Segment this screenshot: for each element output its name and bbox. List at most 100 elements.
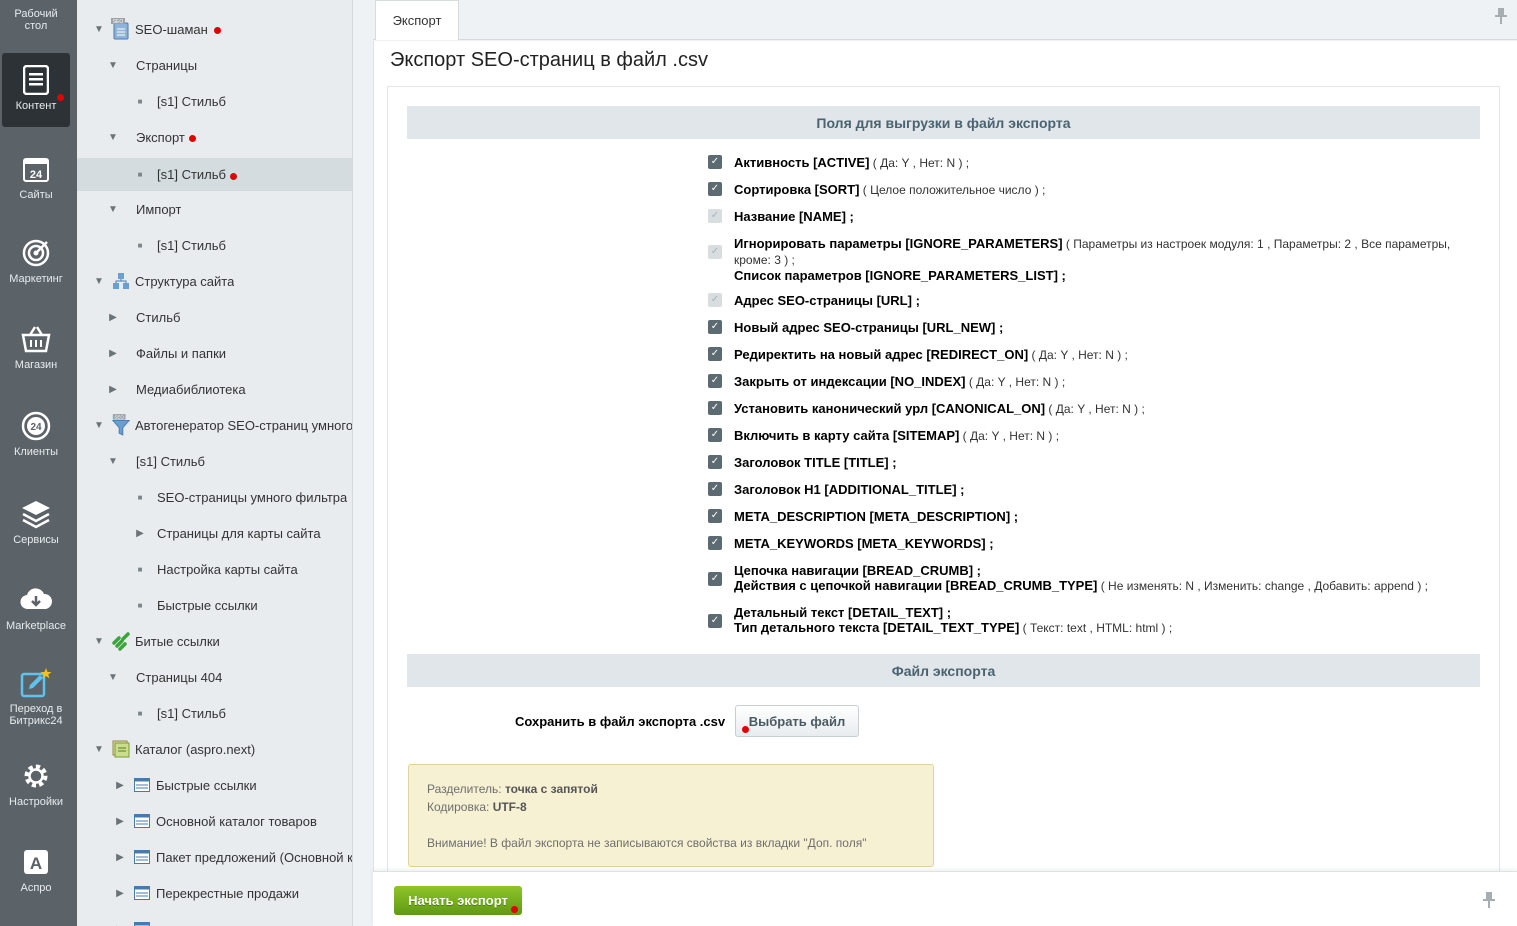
field-hint: , Нет: [1005, 375, 1043, 389]
chevron-right-icon[interactable]: ▶ [114, 780, 126, 791]
tree-item-seo-autogen[interactable]: ▼ SEO Автогенератор SEO-страниц умного [77, 407, 352, 443]
chevron-down-icon[interactable]: ▼ [107, 672, 119, 683]
start-export-button[interactable]: Начать экспорт [394, 886, 522, 915]
tree-label: [s1] Стильб [157, 167, 226, 182]
chevron-down-icon[interactable]: ▼ [107, 204, 119, 215]
field-line: Тип детального текста [DETAIL_TEXT_TYPE]… [734, 620, 1484, 636]
choose-file-button[interactable]: Выбрать файл [735, 705, 859, 737]
tree-item-site-structure[interactable]: ▼ Структура сайта [77, 263, 352, 299]
chevron-right-icon[interactable]: ▶ [114, 816, 126, 827]
export-field-row: ✓ Игнорировать параметры [IGNORE_PARAMETE… [708, 236, 1484, 283]
rail-item-shop[interactable]: Магазин [2, 323, 70, 371]
field-checkbox[interactable]: ✓ [708, 536, 722, 550]
tree-item-catalog-quick-links[interactable]: ▶ Быстрые ссылки [77, 767, 352, 803]
field-checkbox[interactable]: ✓ [708, 455, 722, 469]
tree-item-import[interactable]: ▼ Импорт [77, 191, 352, 227]
field-hint: ) ; [1045, 429, 1060, 443]
rail-label: Настройки [9, 796, 63, 808]
field-checkbox[interactable]: ✓ [708, 401, 722, 415]
field-checkbox[interactable]: ✓ [708, 614, 722, 628]
tree-item-export[interactable]: ▼ Экспорт [77, 119, 352, 155]
target-icon [20, 237, 52, 269]
chevron-right-icon[interactable]: ▶ [107, 312, 119, 323]
field-value: N [1036, 429, 1046, 443]
tree-item-pages-s1[interactable]: ■ [s1] Стильб [77, 83, 352, 119]
tree-item-export-s1[interactable]: ■ [s1] Стильб [77, 158, 352, 191]
chevron-right-icon[interactable]: ▶ [107, 348, 119, 359]
pin-icon[interactable] [1483, 892, 1495, 913]
rail-item-settings[interactable]: Настройки [2, 760, 70, 808]
chevron-right-icon[interactable]: ▶ [114, 888, 126, 899]
tree-item-sitemap-settings[interactable]: ■ Настройка карты сайта [77, 551, 352, 587]
field-checkbox[interactable]: ✓ [708, 482, 722, 496]
rail-item-clients[interactable]: 24 Клиенты [2, 410, 70, 458]
rail-item-marketplace[interactable]: Marketplace [2, 584, 70, 632]
tab-export[interactable]: Экспорт [375, 0, 459, 40]
tree-item-media-library[interactable]: ▶ Медиабиблиотека [77, 371, 352, 407]
field-checkbox[interactable]: ✓ [708, 155, 722, 169]
field-name: Заголовок TITLE [TITLE] ; [734, 455, 897, 470]
chevron-down-icon[interactable]: ▼ [107, 456, 119, 467]
tree-item-sitemap-pages[interactable]: ▶ Страницы для карты сайта [77, 515, 352, 551]
tree-item-pages[interactable]: ▼ Страницы [77, 47, 352, 83]
field-checkbox[interactable]: ✓ [708, 428, 722, 442]
field-name: Игнорировать параметры [IGNORE_PARAMETER… [734, 236, 1063, 251]
rail-item-desktop[interactable]: Рабочий стол [2, 8, 70, 42]
pin-icon[interactable] [1495, 8, 1507, 29]
field-checkbox[interactable]: ✓ [708, 320, 722, 334]
chevron-down-icon[interactable]: ▼ [93, 636, 105, 647]
field-checkbox[interactable]: ✓ [708, 572, 722, 586]
field-checkbox[interactable]: ✓ [708, 347, 722, 361]
tree-label: Основной каталог товаров [156, 813, 317, 829]
tree-label: [s1] Стильб [136, 453, 205, 469]
field-hint: , Нет: [1068, 348, 1106, 362]
field-value: N [1042, 375, 1052, 389]
basket-icon [20, 323, 52, 355]
chevron-down-icon[interactable]: ▼ [93, 24, 105, 35]
rail-item-bitrix24[interactable]: Переход в Битрикс24 [2, 667, 70, 727]
clients-24-icon: 24 [20, 410, 52, 442]
rail-item-sites[interactable]: 24 Сайты [2, 153, 70, 201]
tree-item-autogen-s1[interactable]: ▼ [s1] Стильб [77, 443, 352, 479]
chevron-down-icon[interactable]: ▼ [93, 276, 105, 287]
tree-item-partial[interactable]: ▶ [77, 911, 352, 926]
export-field-row: ✓ Закрыть от индексации [NO_INDEX] ( Да: … [708, 374, 1484, 390]
rail-item-content[interactable]: Контент [2, 53, 70, 127]
field-value: N [946, 156, 956, 170]
export-field-row: ✓ Адрес SEO-страницы [URL] ; [708, 293, 1484, 308]
tree-item-main-catalog[interactable]: ▶ Основной каталог товаров [77, 803, 352, 839]
tree-item-catalog[interactable]: ▼ Каталог (aspro.next) [77, 731, 352, 767]
tree-item-stilb[interactable]: ▶ Стильб [77, 299, 352, 335]
tree-item-smart-filter-pages[interactable]: ■ SEO-страницы умного фильтра [77, 479, 352, 515]
field-line: Детальный текст [DETAIL_TEXT] ; [734, 605, 1484, 620]
tree-item-import-s1[interactable]: ■ [s1] Стильб [77, 227, 352, 263]
chevron-down-icon[interactable]: ▼ [107, 60, 119, 71]
tree-item-404-pages[interactable]: ▼ Страницы 404 [77, 659, 352, 695]
rail-item-aspro[interactable]: A Аспро [2, 846, 70, 894]
tree-item-offers-package[interactable]: ▶ Пакет предложений (Основной к [77, 839, 352, 875]
chevron-right-icon[interactable]: ▶ [107, 384, 119, 395]
chevron-down-icon[interactable]: ▼ [93, 420, 105, 431]
field-line: Заголовок H1 [ADDITIONAL_TITLE] ; [734, 482, 1484, 497]
chevron-right-icon[interactable]: ▶ [114, 852, 126, 863]
chevron-down-icon[interactable]: ▼ [93, 744, 105, 755]
field-line: Установить канонический урл [CANONICAL_O… [734, 401, 1484, 417]
document-icon [20, 64, 52, 96]
field-checkbox[interactable]: ✓ [708, 182, 722, 196]
rail-item-services[interactable]: Сервисы [2, 498, 70, 546]
rail-item-marketing[interactable]: Маркетинг [2, 237, 70, 285]
tree-item-404-s1[interactable]: ■ [s1] Стильб [77, 695, 352, 731]
field-name: Цепочка навигации [BREAD_CRUMB] ; [734, 563, 981, 578]
tree-item-quick-links[interactable]: ■ Быстрые ссылки [77, 587, 352, 623]
tree-item-files-folders[interactable]: ▶ Файлы и папки [77, 335, 352, 371]
chevron-down-icon[interactable]: ▼ [107, 132, 119, 143]
tree-item-cross-sales[interactable]: ▶ Перекрестные продажи [77, 875, 352, 911]
field-checkbox[interactable]: ✓ [708, 509, 722, 523]
field-text: META_DESCRIPTION [META_DESCRIPTION] ; [734, 509, 1484, 524]
field-checkbox[interactable]: ✓ [708, 374, 722, 388]
chevron-right-icon[interactable]: ▶ [134, 528, 146, 539]
tree-item-seo-shaman[interactable]: ▼ SEO SEO-шаман [77, 11, 352, 47]
bullet-icon: ■ [137, 240, 143, 250]
field-hint: ( Да: [1045, 402, 1078, 416]
tree-item-broken-links[interactable]: ▼ Битые ссылки [77, 623, 352, 659]
